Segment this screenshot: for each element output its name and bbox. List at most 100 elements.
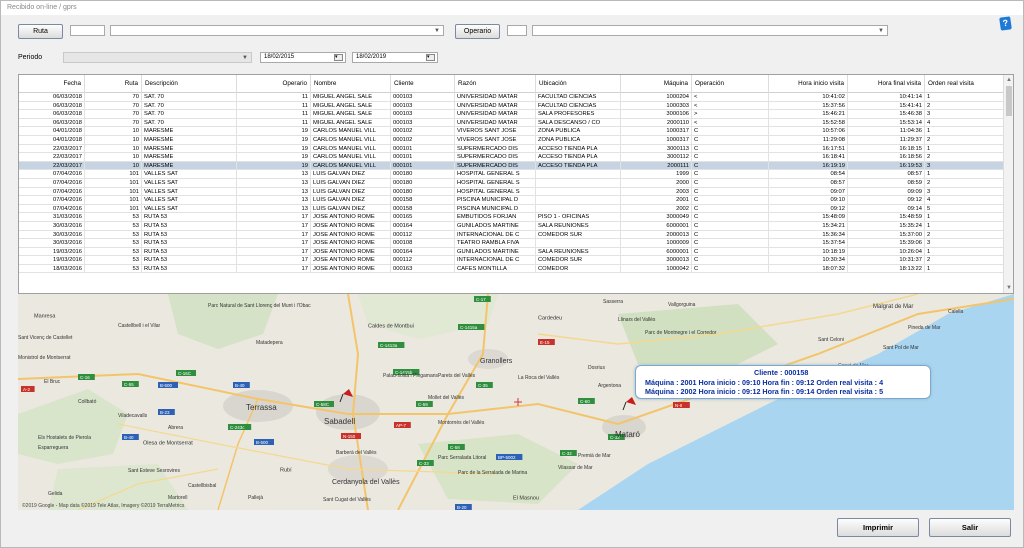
table-cell: 17 — [237, 264, 311, 274]
table-cell: CARLOS MANUEL VILL — [311, 144, 391, 154]
town-label: Rubí — [280, 468, 292, 474]
table-row[interactable]: 07/04/2016 101 VALLES SAT 13 LUIS GALVAN DIE… — [19, 170, 1004, 179]
svg-text:E-15: E-15 — [540, 340, 550, 345]
scroll-thumb[interactable] — [1006, 86, 1012, 116]
table-cell: 1000317 — [621, 135, 692, 145]
table-row[interactable]: 30/03/2016 53 RUTA 53 17 JOSE ANTONIO ROME 00… — [19, 230, 1004, 240]
column-header[interactable]: Fecha — [19, 75, 85, 93]
table-cell: FACULTAD CIENCIAS — [536, 93, 621, 102]
ruta-select[interactable]: ▼ — [110, 25, 444, 36]
column-header[interactable]: Hora final visita — [848, 75, 925, 93]
ruta-button[interactable]: Ruta — [18, 24, 63, 39]
table-row[interactable]: 31/03/2016 53 RUTA 53 17 JOSE ANTONIO ROME 00… — [19, 213, 1004, 222]
table-cell: 15:37:00 — [848, 230, 925, 240]
column-header[interactable]: Nombre — [311, 75, 391, 93]
table-cell: 000158 — [391, 204, 455, 214]
table-cell: 13 — [237, 187, 311, 197]
table-cell: 15:46:38 — [848, 110, 925, 119]
table-row[interactable]: 07/04/2016 101 VALLES SAT 13 LUIS GALVAN DIE… — [19, 178, 1004, 188]
table-cell: 2000 — [621, 178, 692, 188]
road-label: N-II — [673, 402, 690, 408]
table-row[interactable]: 22/03/2017 10 MARESME 19 CARLOS MANUEL VILL 0… — [19, 153, 1004, 162]
svg-text:B-500: B-500 — [160, 383, 173, 388]
town-label: Argentona — [598, 383, 621, 389]
exit-button[interactable]: Salir — [929, 518, 1011, 537]
town-label: Parc de Montnegre i el Corredor — [645, 330, 717, 336]
map-view[interactable]: C-58 C-16 C-55 B-40 C-58C C-59 C-17 C-1415a C-14… — [18, 294, 1014, 510]
table-row[interactable]: 04/01/2018 10 MARESME 19 CARLOS MANUEL VILL 0… — [19, 127, 1004, 136]
table-cell: 09:12 — [848, 196, 925, 205]
table-cell: 10:57:06 — [769, 127, 848, 136]
table-cell: C — [692, 256, 769, 265]
ruta-code-input[interactable] — [70, 25, 105, 36]
road-label: E-15 — [538, 339, 555, 345]
table-cell: 5 — [925, 204, 1004, 214]
table-cell: 09:14 — [848, 204, 925, 214]
calendar-icon[interactable]: ▾ — [426, 54, 435, 61]
table-row[interactable]: 22/03/2017 10 MARESME 19 CARLOS MANUEL VILL 0… — [19, 161, 1004, 171]
table-row[interactable]: 06/03/2018 70 SAT. 70 11 MIGUEL ANGEL SALE 00… — [19, 93, 1004, 102]
operario-button[interactable]: Operario — [455, 24, 500, 39]
table-cell: 10:31:37 — [848, 256, 925, 265]
table-row[interactable]: 06/03/2018 70 SAT. 70 11 MIGUEL ANGEL SALE 00… — [19, 110, 1004, 119]
operario-code-input[interactable] — [507, 25, 527, 36]
scroll-up-icon[interactable]: ▲ — [1004, 75, 1013, 85]
town-label: El Masnou — [513, 496, 539, 502]
table-cell: 2 — [925, 101, 1004, 111]
table-row[interactable]: 06/03/2018 70 SAT. 70 11 MIGUEL ANGEL SALE 00… — [19, 101, 1004, 111]
table-row[interactable]: 07/04/2016 101 VALLES SAT 13 LUIS GALVAN DIE… — [19, 196, 1004, 205]
table-row[interactable]: 07/04/2016 101 VALLES SAT 13 LUIS GALVAN DIE… — [19, 187, 1004, 197]
column-header[interactable]: Operario — [237, 75, 311, 93]
date-to-picker[interactable]: 18/02/2019 ▾ — [352, 52, 438, 63]
column-header[interactable]: Máquina — [621, 75, 692, 93]
column-header[interactable]: Razón — [455, 75, 536, 93]
table-cell: 19 — [237, 144, 311, 154]
table-row[interactable]: 18/03/2016 53 RUTA 53 17 JOSE ANTONIO ROME 00… — [19, 264, 1004, 274]
table-cell: 30/03/2016 — [19, 230, 85, 240]
date-from-picker[interactable]: 18/02/2015 ▾ — [260, 52, 346, 63]
column-header[interactable]: Descripción — [142, 75, 237, 93]
town-label: Martorell — [168, 495, 187, 501]
calendar-icon[interactable]: ▾ — [334, 54, 343, 61]
column-header[interactable]: Ruta — [85, 75, 142, 93]
table-cell: SAT. 70 — [142, 93, 237, 102]
table-row[interactable]: 22/03/2017 10 MARESME 19 CARLOS MANUEL VILL 0… — [19, 144, 1004, 154]
table-row[interactable]: 07/04/2016 101 VALLES SAT 13 LUIS GALVAN DIE… — [19, 204, 1004, 214]
table-row[interactable]: 04/01/2018 10 MARESME 19 CARLOS MANUEL VILL 0… — [19, 135, 1004, 145]
table-cell: 6000001 — [621, 221, 692, 231]
periodo-select[interactable]: ▼ — [63, 52, 252, 63]
table-row[interactable]: 19/03/2016 53 RUTA 53 17 JOSE ANTONIO ROME 00… — [19, 247, 1004, 257]
svg-text:N-150: N-150 — [343, 434, 356, 439]
client-info-tooltip: Cliente : 000158 Máquina : 2001 Hora ini… — [635, 365, 931, 399]
help-icon[interactable]: ? — [999, 16, 1012, 31]
table-row[interactable]: 30/03/2016 53 RUTA 53 17 JOSE ANTONIO ROME 00… — [19, 221, 1004, 231]
scroll-down-icon[interactable]: ▼ — [1004, 283, 1013, 293]
town-label: El Bruc — [44, 379, 61, 385]
print-button[interactable]: Imprimir — [837, 518, 919, 537]
map-canvas[interactable]: C-58 C-16 C-55 B-40 C-58C C-59 C-17 C-1415a C-14… — [18, 294, 1014, 510]
column-header[interactable]: Hora inicio visita — [769, 75, 848, 93]
table-cell: UNIVERSIDAD MATAR — [455, 101, 536, 111]
column-header[interactable]: Orden real visita — [925, 75, 1004, 93]
table-row[interactable]: 30/03/2016 53 RUTA 53 17 JOSE ANTONIO ROME 00… — [19, 239, 1004, 248]
column-header[interactable]: Operación — [692, 75, 769, 93]
town-label: Pallejà — [248, 495, 263, 501]
table-row[interactable]: 19/03/2016 53 RUTA 53 17 JOSE ANTONIO ROME 00… — [19, 256, 1004, 265]
road-label: C-59 — [416, 401, 433, 407]
table-cell: SAT. 70 — [142, 101, 237, 111]
road-label: C-58C — [314, 401, 334, 407]
table-cell: HOSPITAL GENERAL S — [455, 178, 536, 188]
table-cell: 13 — [237, 178, 311, 188]
table-cell: 1999 — [621, 170, 692, 179]
column-header[interactable]: Ubicación — [536, 75, 621, 93]
table-cell: C — [692, 170, 769, 179]
town-label: Caldes de Montbui — [368, 324, 414, 330]
table-cell: INTERNACIONAL DE C — [455, 256, 536, 265]
table-row[interactable]: 06/03/2018 70 SAT. 70 11 MIGUEL ANGEL SALE 00… — [19, 118, 1004, 128]
table-cell: 3000113 — [621, 144, 692, 154]
operario-select[interactable]: ▼ — [532, 25, 888, 36]
column-header[interactable]: Cliente — [391, 75, 455, 93]
vertical-scrollbar[interactable]: ▲ ▼ — [1003, 75, 1013, 293]
table-cell: 70 — [85, 101, 142, 111]
visits-table[interactable]: Fecha Ruta Descripción Operario Nombre Client… — [18, 74, 1014, 294]
